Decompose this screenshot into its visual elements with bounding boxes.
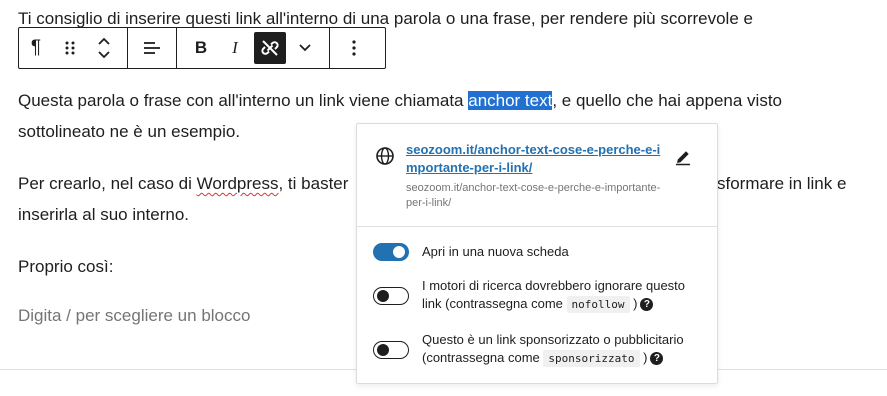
block-controls-group: ¶ <box>19 28 128 68</box>
paragraph-3-text: Per crearlo, nel caso di <box>18 174 197 193</box>
toggle-knob <box>393 246 405 258</box>
link-off-icon <box>261 40 279 56</box>
paragraph-3-end[interactable]: sformare in link e <box>717 168 846 199</box>
paragraph-2[interactable]: Questa parola o frase con all'interno un… <box>18 85 782 116</box>
sponsored-code: sponsorizzato <box>543 350 640 367</box>
misspelled-word[interactable]: Wordpress <box>197 174 279 193</box>
align-button[interactable] <box>135 28 169 68</box>
nofollow-toggle[interactable] <box>373 287 409 305</box>
nofollow-label: I motori di ricerca dovrebbero ignorare … <box>422 277 697 314</box>
block-placeholder[interactable]: Digita / per scegliere un blocco <box>18 300 250 331</box>
italic-label: I <box>232 38 238 57</box>
more-formats-button[interactable] <box>288 28 322 68</box>
link-preview: seozoom.it/anchor-text-cose-e-perche-e-i… <box>357 124 717 227</box>
edit-link-icon[interactable] <box>674 148 692 166</box>
sponsored-text-end: ) <box>639 350 648 365</box>
paragraph-2-text: Questa parola o frase con all'interno un… <box>18 91 469 110</box>
options-group <box>330 28 378 68</box>
align-group <box>128 28 177 68</box>
format-group: B I <box>177 28 330 68</box>
globe-icon <box>376 147 394 165</box>
option-new-tab: Apri in una nuova scheda <box>373 243 697 261</box>
paragraph-3[interactable]: Per crearlo, nel caso di Wordpress, ti b… <box>18 168 348 199</box>
option-nofollow: I motori di ricerca dovrebbero ignorare … <box>373 277 697 314</box>
help-icon[interactable]: ? <box>640 298 654 312</box>
chevron-down-icon <box>299 44 311 52</box>
paragraph-3-text-mid: , ti baster <box>278 174 349 193</box>
bold-label: B <box>194 38 208 57</box>
nofollow-text-end: ) <box>629 296 638 311</box>
selected-anchor-text[interactable]: anchor text <box>468 91 553 110</box>
block-toolbar: ¶ B I <box>18 27 386 69</box>
bold-button[interactable]: B <box>184 28 218 68</box>
link-url[interactable]: seozoom.it/anchor-text-cose-e-perche-e-i… <box>406 141 666 177</box>
paragraph-2-line-2[interactable]: sottolineato ne è un esempio. <box>18 116 240 147</box>
toggle-knob <box>377 344 389 356</box>
paragraph-2-text-end: , e quello che hai appena visto <box>552 91 783 110</box>
paragraph-4[interactable]: Proprio così: <box>18 251 113 282</box>
link-url-full: seozoom.it/anchor-text-cose-e-perche-e-i… <box>406 182 661 209</box>
new-tab-label: Apri in una nuova scheda <box>422 244 569 259</box>
paragraph-3-line-2[interactable]: inserirla al suo interno. <box>18 199 189 230</box>
block-options-button[interactable] <box>337 28 371 68</box>
sponsored-label: Questo è un link sponsorizzato o pubblic… <box>422 331 697 368</box>
nofollow-code: nofollow <box>566 296 630 313</box>
italic-button[interactable]: I <box>218 28 252 68</box>
toggle-knob <box>377 290 389 302</box>
move-up-down-icon <box>98 37 110 59</box>
drag-handle-icon <box>65 41 75 55</box>
new-tab-toggle[interactable] <box>373 243 409 261</box>
link-popover: seozoom.it/anchor-text-cose-e-perche-e-i… <box>356 123 718 384</box>
sponsored-toggle[interactable] <box>373 341 409 359</box>
paragraph-icon: ¶ <box>30 37 42 58</box>
align-left-icon <box>144 42 160 54</box>
option-sponsored: Questo è un link sponsorizzato o pubblic… <box>373 331 697 368</box>
unlink-button[interactable] <box>254 32 286 64</box>
more-vertical-icon <box>352 40 356 56</box>
paragraph-block-button[interactable]: ¶ <box>19 28 53 68</box>
move-up-down-button[interactable] <box>87 28 121 68</box>
help-icon[interactable]: ? <box>650 352 664 366</box>
drag-handle-button[interactable] <box>53 28 87 68</box>
